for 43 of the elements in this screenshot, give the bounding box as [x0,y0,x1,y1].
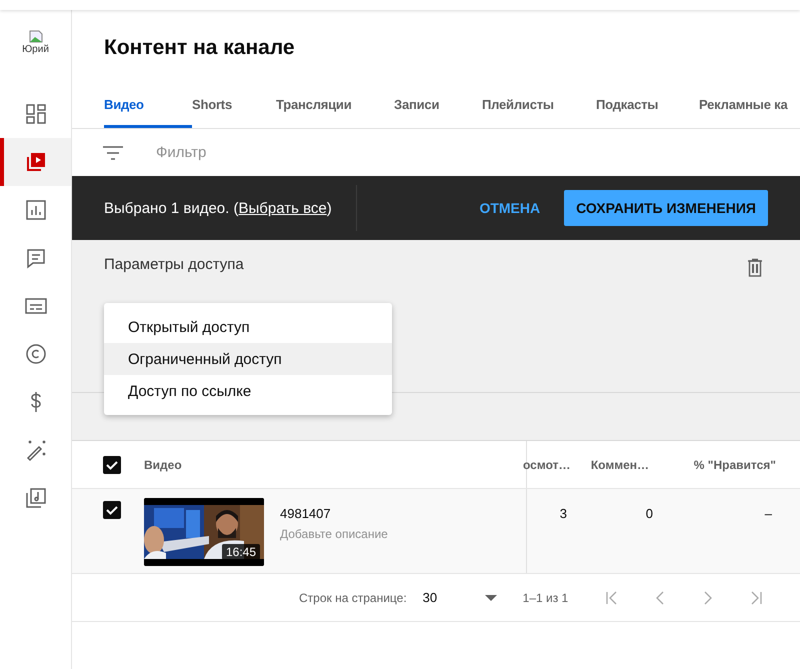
music-library-icon [24,486,48,510]
rows-per-page-select[interactable]: 30 [422,590,497,605]
bar-chart-icon [24,198,48,222]
tab[interactable]: Shorts [192,84,276,128]
menu-item[interactable]: Открытый доступ [104,311,392,343]
caret-icon [484,594,497,600]
tab[interactable]: Рекламные ка [699,84,788,128]
broken-image-icon [28,28,44,44]
tab[interactable]: Трансляции [276,84,394,128]
video-title[interactable]: 4981407 [280,506,388,521]
trash-icon[interactable] [747,258,763,278]
sidebar-item[interactable] [0,138,71,186]
dashboard-icon [24,102,48,126]
panel-title: Параметры доступа [104,256,244,273]
column-header[interactable]: % "Нравится" [694,458,776,472]
tab[interactable]: Видео [104,84,192,128]
table-cell: 0 [646,506,653,521]
tab[interactable]: Плейлисты [482,84,596,128]
table-cell: – [764,506,772,521]
tab[interactable]: Подкасты [596,84,699,128]
checkbox[interactable] [103,501,121,519]
rows-per-page-label: Строк на странице: [299,590,407,604]
avatar-alt-text: Юрий [22,44,49,55]
cancel-button[interactable]: ОТМЕНА [469,192,550,224]
page-range: 1–1 из 1 [522,590,568,604]
column-header[interactable]: осмот… [523,458,570,472]
menu-item[interactable]: Ограниченный доступ [104,343,392,375]
table-cell: 3 [560,506,567,521]
filter-field[interactable]: Фильтр [154,143,458,162]
video-description: Добавьте описание [280,527,388,541]
duration-badge: 16:45 [222,544,260,560]
page-title: Контент на канале [103,35,296,61]
menu-item[interactable]: Доступ по ссылке [104,375,392,407]
tab[interactable]: Записи [394,84,482,128]
copyright-icon [24,342,48,366]
checkbox[interactable] [103,456,121,474]
selection-text: Выбрано 1 видео. (Выбрать все) [104,200,332,216]
save-changes-button[interactable]: СОХРАНИТЬ ИЗМЕНЕНИЯ [564,190,768,226]
filter-icon[interactable] [102,144,124,162]
select-all-link[interactable]: Выбрать все [238,200,327,216]
column-header[interactable]: Коммен… [590,458,649,472]
column-header[interactable]: Видео [144,458,182,472]
video-thumbnail[interactable]: 16:45 [144,498,264,566]
